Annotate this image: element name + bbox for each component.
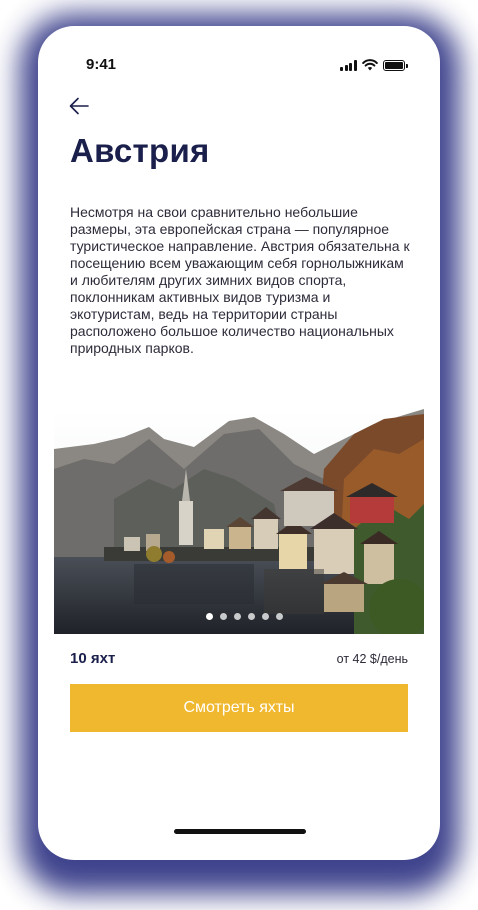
carousel-dots [54, 613, 424, 620]
carousel-dot[interactable] [219, 613, 227, 620]
status-bar: 9:41 [38, 26, 440, 86]
view-yachts-button[interactable]: Смотреть яхты [70, 684, 408, 732]
back-button[interactable] [68, 96, 90, 116]
status-time: 9:41 [86, 56, 117, 73]
carousel-dot[interactable] [275, 613, 283, 620]
battery-icon [382, 60, 408, 71]
carousel-dot[interactable] [233, 613, 241, 620]
landscape-photo [54, 409, 424, 634]
country-description: Несмотря на свои сравнительно небольшие … [70, 204, 410, 356]
arrow-left-icon [69, 97, 89, 115]
carousel-dot[interactable] [261, 613, 269, 620]
page-title: Австрия [70, 132, 210, 169]
phone-screen: 9:41 Австрия Несмотря на свои сравнитель… [38, 26, 440, 860]
wifi-icon [361, 59, 378, 71]
hero-image[interactable] [54, 409, 424, 634]
carousel-dot[interactable] [247, 613, 255, 620]
status-icons [340, 57, 408, 71]
price-per-day: от 42 $/день [336, 652, 408, 666]
carousel-dot[interactable] [205, 613, 213, 620]
signal-icon [340, 60, 357, 71]
home-indicator[interactable] [174, 829, 306, 834]
yacht-count: 10 яхт [70, 650, 116, 667]
